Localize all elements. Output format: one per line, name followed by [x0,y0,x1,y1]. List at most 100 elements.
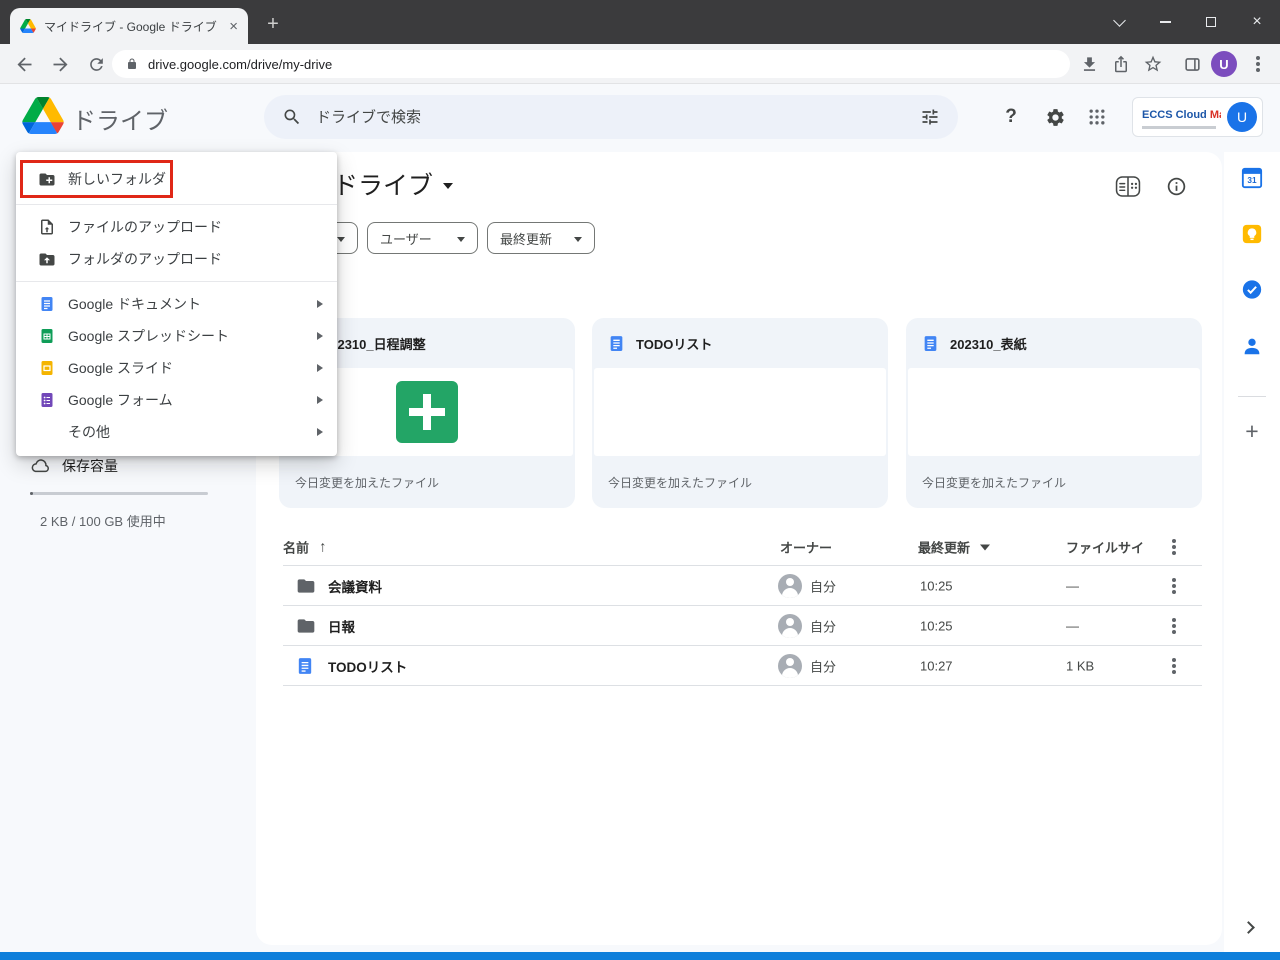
folder-icon [296,616,316,636]
owner-avatar [778,654,802,678]
tasks-icon[interactable] [1241,277,1263,301]
modified-time: 10:25 [920,578,953,593]
filter-chip-label: ユーザー [380,229,432,248]
drive-favicon-icon [20,19,36,33]
window-minimize-button[interactable] [1142,0,1188,44]
browser-profile-avatar[interactable]: U [1211,51,1237,77]
account-avatar[interactable]: U [1227,102,1257,132]
bookmark-star-icon[interactable] [1141,52,1165,76]
drive-logo[interactable] [22,97,64,134]
tab-close-icon[interactable] [229,19,238,34]
modified-time: 10:27 [920,658,953,673]
menu-item-file-upload[interactable]: ファイルのアップロード [16,211,337,243]
app-name: ドライブ [72,101,168,136]
layout-toggle-icon[interactable] [1115,173,1141,199]
menu-item-google-slides[interactable]: Google スライド [16,352,337,384]
window-maximize-button[interactable] [1188,0,1234,44]
owner-avatar [778,574,802,598]
folder-upload-icon [38,250,56,268]
sheets-thumbnail-plus [396,381,458,443]
info-icon[interactable] [1163,173,1189,199]
owner-avatar [778,614,802,638]
window-close-button[interactable] [1234,0,1280,44]
reload-button[interactable] [84,52,108,76]
downloads-icon[interactable] [1077,52,1101,76]
account-brand-main: ECCS Cloud [1142,109,1207,121]
tab-search-chevron-icon[interactable] [1096,0,1142,44]
get-add-ons-plus-icon[interactable] [1238,416,1266,446]
card-title: TODOリスト [636,334,712,353]
forward-button[interactable] [48,52,72,76]
file-card[interactable]: TODOリスト 今日変更を加えたファイル [592,318,888,508]
row-actions-kebab-icon[interactable] [1172,584,1176,588]
side-panel-icon[interactable] [1180,52,1204,76]
menu-item-google-forms[interactable]: Google フォーム [16,384,337,416]
storage-progress-bar [30,492,208,495]
docs-file-icon [296,657,314,675]
keep-icon[interactable] [1241,222,1263,246]
owner-name: 自分 [810,616,836,635]
help-icon[interactable] [997,103,1025,131]
column-header-size[interactable]: ファイルサイ [1066,537,1144,556]
browser-menu-kebab-icon[interactable] [1246,52,1270,76]
card-reason: 今日変更を加えたファイル [592,456,768,508]
storage-progress-fill [30,492,33,495]
account-badge[interactable]: ECCS Cloud Mail U [1132,97,1263,137]
row-actions-kebab-icon[interactable] [1172,624,1176,628]
sidebar-item-storage[interactable]: 保存容量 [30,456,118,476]
menu-item-more[interactable]: その他 [16,416,337,448]
hide-side-panel-chevron-icon[interactable] [1242,921,1255,934]
browser-tab[interactable]: マイドライブ - Google ドライブ [10,8,248,44]
google-apps-grid-icon[interactable] [1083,103,1111,131]
new-tab-button[interactable] [260,11,286,37]
column-options-kebab-icon[interactable] [1172,545,1176,549]
card-reason: 今日変更を加えたファイル [279,456,455,508]
table-row[interactable]: TODOリスト 自分 10:27 1 KB [283,646,1202,686]
address-bar[interactable]: drive.google.com/drive/my-drive [112,50,1070,78]
column-header-owner[interactable]: オーナー [780,537,832,556]
folder-icon [296,576,316,596]
search-input[interactable] [316,109,906,126]
row-actions-kebab-icon[interactable] [1172,664,1176,668]
url-text: drive.google.com/drive/my-drive [148,57,332,72]
contacts-icon[interactable] [1241,334,1263,358]
file-size: — [1066,618,1079,633]
search-options-tune-icon[interactable] [920,107,940,127]
docs-icon [38,295,56,313]
rail-divider [1238,396,1266,397]
file-name[interactable]: 日報 [328,616,355,636]
settings-gear-icon[interactable] [1041,103,1069,131]
sort-ascending-icon[interactable] [319,538,327,555]
menu-item-google-sheets[interactable]: Google スプレッドシート [16,320,337,352]
modified-time: 10:25 [920,618,953,633]
filter-chip-people[interactable]: ユーザー [367,222,478,254]
sort-descending-icon [980,544,990,550]
back-button[interactable] [12,52,36,76]
file-card[interactable]: 202310_表紙 今日変更を加えたファイル [906,318,1202,508]
file-name[interactable]: TODOリスト [328,656,407,676]
table-row[interactable]: 日報 自分 10:25 — [283,606,1202,646]
filter-chip-modified[interactable]: 最終更新 [487,222,595,254]
drive-search-bar[interactable] [264,95,958,139]
share-icon[interactable] [1109,52,1133,76]
docs-file-icon [608,335,625,352]
menu-item-folder-upload[interactable]: フォルダのアップロード [16,243,337,275]
menu-item-spacer [38,423,56,441]
menu-item-google-docs[interactable]: Google ドキュメント [16,288,337,320]
menu-item-label: その他 [68,422,305,442]
menu-item-label: ファイルのアップロード [68,217,323,237]
search-icon[interactable] [282,107,302,127]
chevron-down-icon [443,183,453,189]
file-name[interactable]: 会議資料 [328,576,382,596]
column-header-name[interactable]: 名前 [283,537,327,556]
card-title: 202310_日程調整 [323,334,426,353]
column-header-modified[interactable]: 最終更新 [918,537,990,556]
tab-title: マイドライブ - Google ドライブ [44,18,221,35]
table-row[interactable]: 会議資料 自分 10:25 — [283,566,1202,606]
file-table-header: 名前 オーナー 最終更新 ファイルサイ [283,528,1202,566]
chevron-down-icon [337,237,345,242]
calendar-icon[interactable]: 31 [1241,166,1263,190]
filter-chip-label: 最終更新 [500,229,552,248]
file-upload-icon [38,218,56,236]
svg-text:31: 31 [1247,176,1257,185]
